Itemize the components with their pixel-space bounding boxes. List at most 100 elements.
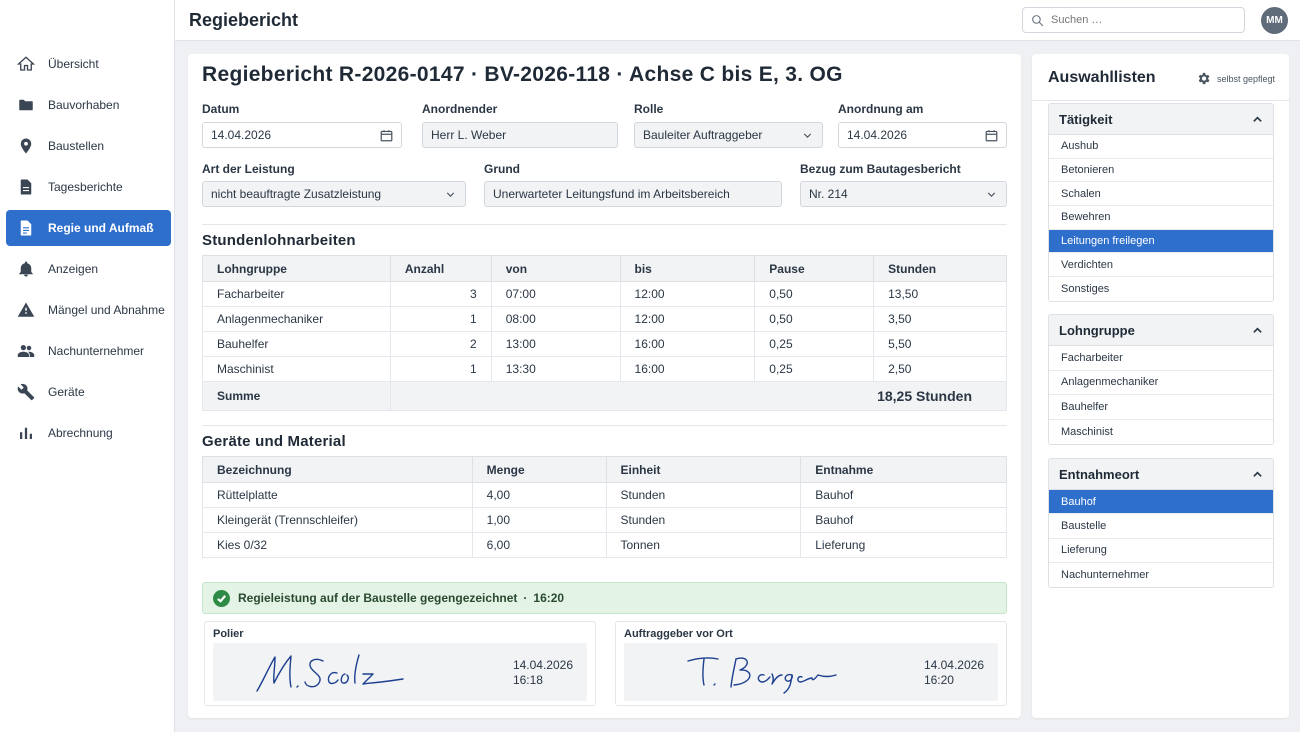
cell-menge: 1,00: [471, 507, 607, 533]
search-input[interactable]: [1051, 14, 1231, 26]
list-item[interactable]: Maschinist: [1049, 420, 1273, 445]
column-header: Einheit: [605, 456, 802, 483]
geraete-table: Bezeichnung Menge Einheit Entnahme Rütte…: [202, 456, 1007, 558]
list-item[interactable]: Betonieren: [1049, 159, 1273, 183]
grund-label: Grund: [484, 162, 520, 176]
cell-bis: 16:00: [619, 356, 756, 382]
column-header: Bezeichnung: [202, 456, 473, 483]
list-item-selected[interactable]: Bauhof: [1049, 490, 1273, 515]
confirmation-time: 16:20: [533, 591, 565, 605]
table-row[interactable]: Bauhelfer 2 13:00 16:00 0,25 5,50: [202, 331, 1007, 357]
cell-anzahl: 3: [389, 281, 492, 307]
sum-value: 18,25 Stunden: [389, 381, 1008, 411]
cell-einheit: Tonnen: [605, 532, 802, 558]
section-title-stunden: Stundenlohnarbeiten: [202, 232, 356, 249]
cell-pause: 0,25: [754, 331, 875, 357]
list-group-header[interactable]: Lohngruppe: [1049, 315, 1273, 346]
table-header-row: Lohngruppe Anzahl von bis Pause Stunden: [202, 255, 1007, 282]
art-label: Art der Leistung: [202, 162, 295, 176]
sidebar-item-anzeigen[interactable]: Anzeigen: [6, 251, 171, 287]
list-group-header[interactable]: Tätigkeit: [1049, 104, 1273, 135]
panel-meta-text: selbst gepflegt: [1216, 73, 1275, 84]
check-circle-icon: [213, 589, 230, 607]
table-row[interactable]: Kies 0/32 6,00 Tonnen Lieferung: [202, 532, 1007, 558]
sidebar-item-tagesberichte[interactable]: Tagesberichte: [6, 169, 171, 205]
list-item[interactable]: Lieferung: [1049, 539, 1273, 563]
sidebar-item-label: Mängel und Abnahme: [48, 303, 165, 317]
list-item[interactable]: Bewehren: [1049, 206, 1273, 230]
signature-label: Polier: [213, 628, 244, 640]
art-value: nicht beauftragte Zusatzleistung: [211, 187, 382, 201]
cell-lohngruppe: Anlagenmechaniker: [202, 306, 391, 332]
signature-area[interactable]: 14.04.2026 16:20: [624, 643, 998, 701]
signature-time: 16:20: [923, 673, 954, 687]
table-row[interactable]: Maschinist 1 13:30 16:00 0,25 2,50: [202, 356, 1007, 382]
cell-von: 08:00: [490, 306, 621, 332]
cell-stunden: 3,50: [873, 306, 1007, 332]
sidebar-item-label: Regie und Aufmaß: [48, 221, 154, 235]
document-list-icon: [17, 219, 35, 237]
bell-icon: [17, 260, 35, 278]
divider: [1032, 100, 1289, 101]
table-row[interactable]: Rüttelplatte 4,00 Stunden Bauhof: [202, 482, 1007, 508]
art-select[interactable]: nicht beauftragte Zusatzleistung: [202, 181, 466, 207]
chevron-down-icon: [801, 129, 814, 142]
list-item[interactable]: Aushub: [1049, 135, 1273, 159]
signature-meta: 14.04.2026 16:20: [924, 658, 984, 688]
sidebar-item-label: Tagesberichte: [48, 180, 123, 194]
table-row[interactable]: Anlagenmechaniker 1 08:00 12:00 0,50 3,5…: [202, 306, 1007, 332]
list-item[interactable]: Anlagenmechaniker: [1049, 371, 1273, 395]
list-item[interactable]: Sonstiges: [1049, 277, 1273, 301]
bezug-select[interactable]: Nr. 214: [800, 181, 1007, 207]
table-row[interactable]: Facharbeiter 3 07:00 12:00 0,50 13,50: [202, 281, 1007, 307]
list-group-title: Entnahmeort: [1059, 466, 1140, 482]
signature-box-auftraggeber: Auftraggeber vor Ort 14.04.2026 16:20: [615, 621, 1007, 706]
avatar[interactable]: MM: [1261, 7, 1288, 34]
sidebar-item-maengel-und-abnahme[interactable]: Mängel und Abnahme: [6, 292, 171, 328]
list-item[interactable]: Facharbeiter: [1049, 346, 1273, 371]
anordnender-field[interactable]: Herr L. Weber: [422, 122, 618, 148]
column-header: bis: [619, 255, 756, 282]
anordnung-field[interactable]: 14.04.2026: [838, 122, 1007, 148]
anordnender-label: Anordnender: [422, 102, 498, 116]
signature-area[interactable]: 14.04.2026 16:18: [213, 643, 587, 701]
cell-menge: 4,00: [471, 482, 607, 508]
rolle-select[interactable]: Bauleiter Auftraggeber: [634, 122, 823, 148]
panel-meta[interactable]: selbst gepflegt: [1196, 71, 1275, 86]
list-item[interactable]: Schalen: [1049, 182, 1273, 207]
home-icon: [17, 55, 35, 73]
sidebar-item-baustellen[interactable]: Baustellen: [6, 128, 171, 164]
list-item[interactable]: Verdichten: [1049, 253, 1273, 278]
sidebar-item-bauvorhaben[interactable]: Bauvorhaben: [6, 87, 171, 123]
document-icon: [17, 178, 35, 196]
datum-field[interactable]: 14.04.2026: [202, 122, 402, 148]
search-box[interactable]: [1022, 7, 1245, 33]
calendar-icon[interactable]: [380, 129, 393, 142]
list-group-header[interactable]: Entnahmeort: [1049, 459, 1273, 490]
sidebar-item-uebersicht[interactable]: Übersicht: [6, 46, 171, 82]
cell-von: 07:00: [490, 281, 621, 307]
list-item[interactable]: Bauhelfer: [1049, 395, 1273, 420]
table-row[interactable]: Kleingerät (Trennschleifer) 1,00 Stunden…: [202, 507, 1007, 533]
list-group-title: Lohngruppe: [1059, 322, 1135, 338]
cell-bis: 12:00: [619, 306, 756, 332]
list-item[interactable]: Baustelle: [1049, 514, 1273, 539]
calendar-icon[interactable]: [985, 129, 998, 142]
sidebar-item-abrechnung[interactable]: Abrechnung: [6, 415, 171, 451]
sidebar-item-regie-und-aufmass[interactable]: Regie und Aufmaß: [6, 210, 171, 246]
rolle-value: Bauleiter Auftraggeber: [643, 128, 763, 142]
grund-field[interactable]: Unerwarteter Leitungsfund im Arbeitsbere…: [484, 181, 782, 207]
cell-von: 13:00: [490, 331, 621, 357]
anordnender-value: Herr L. Weber: [431, 128, 507, 142]
list-item[interactable]: Nachunternehmer: [1049, 563, 1273, 587]
table-header-row: Bezeichnung Menge Einheit Entnahme: [202, 456, 1007, 483]
chevron-up-icon: [1253, 326, 1262, 333]
chevron-down-icon: [985, 188, 998, 201]
bezug-value: Nr. 214: [809, 187, 848, 201]
sidebar-item-label: Nachunternehmer: [48, 344, 145, 358]
bezug-label: Bezug zum Bautagesbericht: [800, 162, 961, 176]
sidebar-item-geraete[interactable]: Geräte: [6, 374, 171, 410]
list-item-selected[interactable]: Leitungen freilegen: [1049, 229, 1273, 254]
datum-label: Datum: [202, 102, 240, 116]
sidebar-item-nachunternehmer[interactable]: Nachunternehmer: [6, 333, 171, 369]
